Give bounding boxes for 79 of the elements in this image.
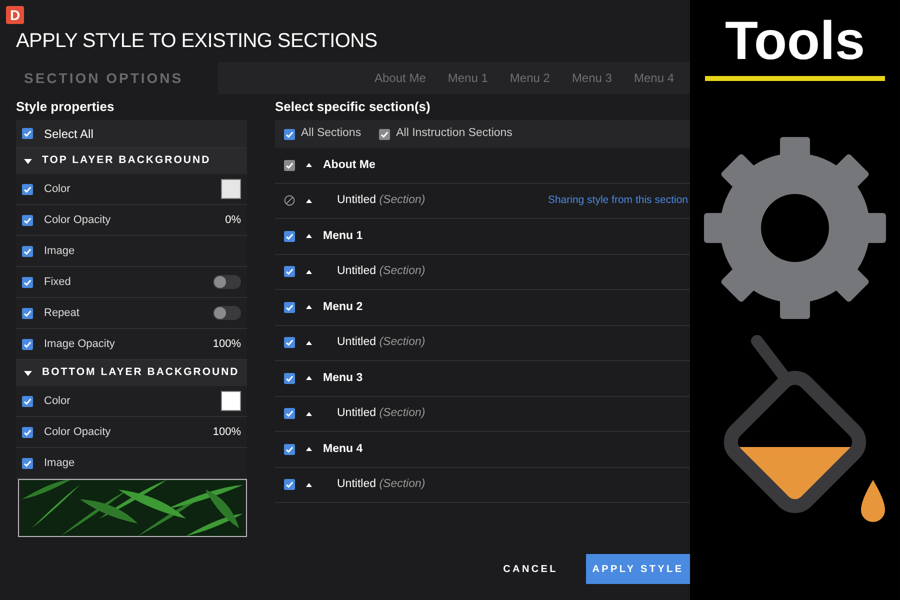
caret-icon[interactable] xyxy=(306,270,312,274)
section-name: Untitled (Section) xyxy=(337,193,426,208)
nav-item[interactable]: Menu 1 xyxy=(448,69,488,87)
checkbox[interactable] xyxy=(284,444,295,455)
nav-item[interactable]: Menu 3 xyxy=(572,69,612,87)
checkbox[interactable] xyxy=(22,308,33,318)
property-label: Image xyxy=(44,456,76,471)
page-name: About Me xyxy=(323,158,376,173)
caret-icon[interactable] xyxy=(306,163,312,168)
caret-icon[interactable] xyxy=(306,412,312,416)
checkbox[interactable] xyxy=(22,214,33,226)
caret-icon[interactable] xyxy=(24,158,32,164)
checkbox[interactable] xyxy=(284,479,295,490)
checkbox[interactable] xyxy=(22,276,33,288)
nav-item[interactable]: Menu 4 xyxy=(634,69,674,87)
section-name: Untitled (Section) xyxy=(337,406,426,422)
property-label: Color xyxy=(44,182,72,197)
caret-icon[interactable] xyxy=(306,376,312,380)
checkbox[interactable] xyxy=(22,246,33,256)
caret-icon[interactable] xyxy=(306,305,312,310)
section-name: Untitled (Section) xyxy=(337,335,426,350)
nav-item[interactable]: About Me xyxy=(374,69,426,87)
color-swatch[interactable] xyxy=(221,391,241,411)
apply-style-button[interactable]: APPLY STYLE xyxy=(586,554,690,584)
property-label: Image Opacity xyxy=(44,336,116,352)
caret-icon[interactable] xyxy=(24,370,32,376)
property-label: Fixed xyxy=(44,274,72,290)
property-label: Repeat xyxy=(44,306,80,321)
checkbox[interactable] xyxy=(22,338,33,350)
property-value: 100% xyxy=(212,336,241,352)
property-label: Image xyxy=(44,244,76,259)
checkbox[interactable] xyxy=(284,128,295,140)
section-name: Untitled (Section) xyxy=(337,264,426,280)
checkbox[interactable] xyxy=(22,426,33,438)
group-header[interactable]: TOP LAYER BACKGROUND xyxy=(16,148,247,174)
checkbox-label: All Sections xyxy=(301,126,362,142)
caret-icon[interactable] xyxy=(306,234,312,238)
section-options-label: SECTION OPTIONS xyxy=(23,68,184,88)
checkbox[interactable] xyxy=(284,266,295,278)
section-name: Untitled (Section) xyxy=(337,477,426,492)
toggle-switch[interactable] xyxy=(213,306,241,320)
blocked-icon xyxy=(284,195,295,206)
caret-icon[interactable] xyxy=(306,340,312,345)
caret-icon[interactable] xyxy=(306,447,312,452)
nav-item[interactable]: Menu 2 xyxy=(510,69,550,87)
color-swatch[interactable] xyxy=(221,179,241,199)
property-value: 0% xyxy=(225,212,241,228)
property-value: 100% xyxy=(212,424,241,440)
group-title: TOP LAYER BACKGROUND xyxy=(42,153,211,168)
checkbox-label: All Instruction Sections xyxy=(396,126,512,142)
checkbox[interactable] xyxy=(284,337,295,348)
checkbox[interactable] xyxy=(284,372,295,384)
property-label: Color xyxy=(44,394,72,409)
page-name: Menu 4 xyxy=(323,442,363,457)
dialog-title: APPLY STYLE TO EXISTING SECTIONS xyxy=(16,29,378,54)
property-label: Color Opacity xyxy=(44,424,112,440)
page-name: Menu 3 xyxy=(323,370,363,386)
checkbox[interactable] xyxy=(22,184,33,194)
sharing-note: Sharing style from this section xyxy=(548,192,689,208)
group-header[interactable]: BOTTOM LAYER BACKGROUND xyxy=(16,360,247,386)
page-name: Menu 1 xyxy=(323,228,363,244)
caret-icon[interactable] xyxy=(306,482,312,487)
checkbox[interactable] xyxy=(284,408,295,420)
checkbox[interactable] xyxy=(284,230,295,242)
checkbox-label: Select All xyxy=(44,126,94,142)
caret-icon[interactable] xyxy=(306,198,312,203)
checkbox[interactable] xyxy=(22,458,33,468)
banner-title: Tools xyxy=(725,14,865,68)
checkbox[interactable] xyxy=(22,396,33,406)
toggle-switch[interactable] xyxy=(213,275,241,289)
column-heading: Select specific section(s) xyxy=(275,98,432,116)
column-heading: Style properties xyxy=(16,98,116,116)
logo: D xyxy=(6,6,24,24)
group-title: BOTTOM LAYER BACKGROUND xyxy=(42,365,240,380)
property-label: Color Opacity xyxy=(44,212,112,228)
checkbox[interactable] xyxy=(284,302,295,313)
page-name: Menu 2 xyxy=(323,300,363,315)
checkbox[interactable] xyxy=(22,128,33,139)
cancel-button[interactable]: CANCEL xyxy=(499,558,562,580)
